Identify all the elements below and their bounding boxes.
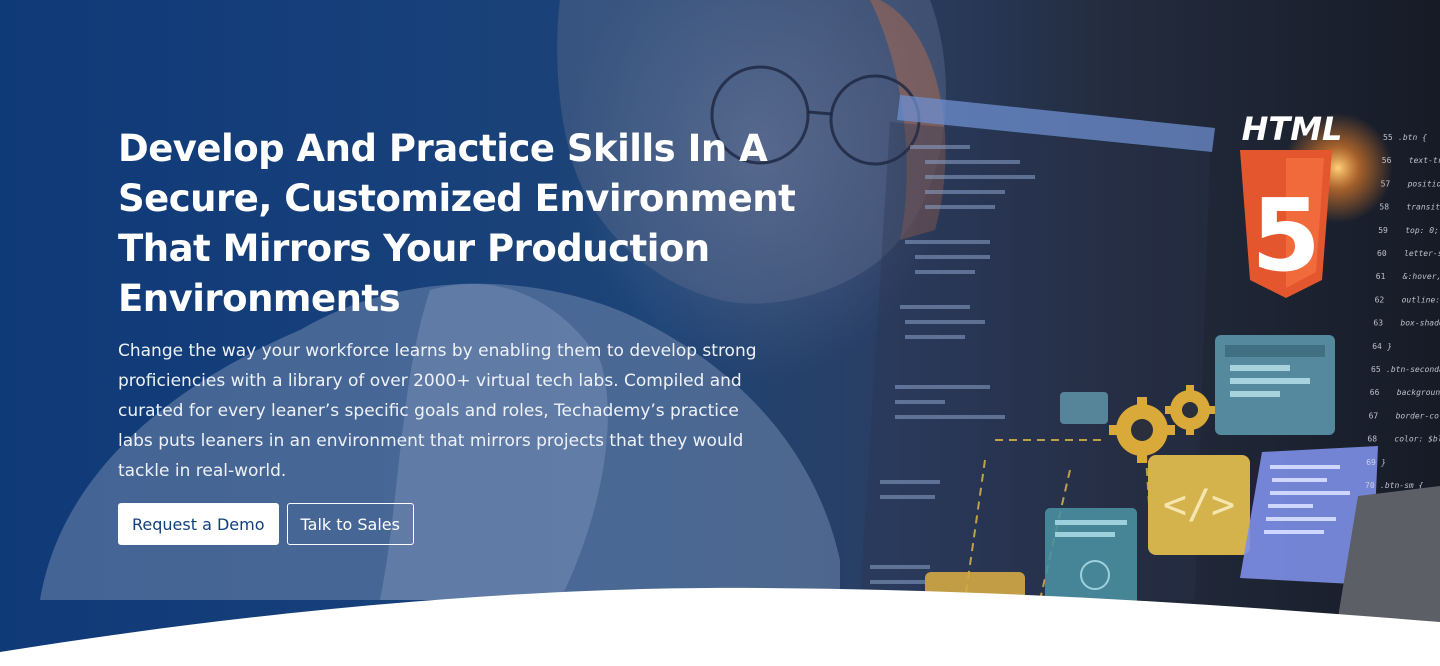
- code-line-number: 70: [1365, 481, 1375, 490]
- section-divider-wave: [0, 587, 1440, 666]
- code-line-number: 65: [1371, 365, 1381, 374]
- code-line-number: 64: [1372, 342, 1382, 351]
- request-demo-button[interactable]: Request a Demo: [118, 503, 279, 545]
- code-line: box-shadow: non: [1400, 319, 1440, 328]
- code-line: &:hover, &:activ: [1402, 272, 1440, 281]
- code-line-number: 69: [1366, 458, 1376, 467]
- code-line: position: re: [1407, 179, 1440, 188]
- code-line: .btn-sm {: [1380, 481, 1424, 490]
- code-line-number: 63: [1373, 319, 1383, 328]
- code-line-number: 57: [1381, 179, 1391, 188]
- code-tile: </>: [1148, 455, 1250, 555]
- code-line: outline: none: [1402, 295, 1440, 304]
- svg-text:HTML: HTML: [1242, 110, 1343, 148]
- code-line: top: 0;: [1405, 226, 1439, 235]
- code-line: letter-spacing:: [1404, 249, 1440, 258]
- code-line-number: 67: [1369, 411, 1379, 420]
- html5-logo-icon: 5 HTML: [1240, 110, 1393, 298]
- code-line: }: [1380, 458, 1386, 467]
- code-line-number: 61: [1376, 272, 1386, 281]
- code-line-number: 56: [1382, 156, 1392, 165]
- code-line: border-color: light: [1396, 411, 1440, 420]
- code-line: color: $black;: [1394, 435, 1440, 444]
- code-line-number: 62: [1375, 295, 1385, 304]
- code-line: }: [1386, 342, 1392, 351]
- hero-content: Develop And Practice Skills In A Secure,…: [118, 124, 798, 486]
- svg-text:</>: </>: [1163, 482, 1235, 528]
- hero-cta-group: Request a Demo Talk to Sales: [118, 503, 414, 545]
- hero-section: </> 5 HTML 55 .btn { 56 text-transf: [0, 0, 1440, 666]
- talk-to-sales-button[interactable]: Talk to Sales: [286, 503, 414, 545]
- code-line-number: 68: [1367, 435, 1377, 444]
- code-line-number: 55: [1383, 133, 1393, 142]
- code-line: .btn {: [1398, 133, 1427, 142]
- code-line-number: 66: [1370, 388, 1380, 397]
- hero-headline: Develop And Practice Skills In A Secure,…: [118, 127, 796, 320]
- svg-text:5: 5: [1251, 177, 1321, 294]
- code-line: background-color: .: [1397, 388, 1440, 397]
- code-line: .btn-secondary {: [1386, 365, 1440, 374]
- code-line-number: 60: [1377, 249, 1387, 258]
- code-line-number: 59: [1378, 226, 1388, 235]
- browser-tile: [1215, 335, 1335, 435]
- hero-description: Change the way your workforce learns by …: [118, 341, 757, 481]
- code-line-number: 58: [1379, 203, 1389, 212]
- code-line: transition:: [1406, 203, 1440, 212]
- code-line: text-transf: [1409, 156, 1440, 165]
